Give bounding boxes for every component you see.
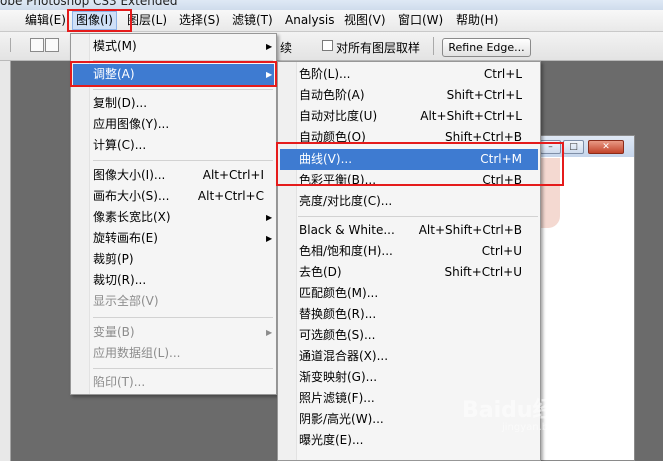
menu-item-trap[interactable]: 陷印(T)... [73, 372, 274, 393]
menu-item-variables[interactable]: 变量(B) ▶ [73, 322, 274, 343]
add-selection-icon[interactable] [45, 38, 59, 52]
menu-item-label: 裁剪(P) [93, 252, 134, 266]
menu-item-label: 变量(B) [93, 325, 135, 339]
menu-item-rotate-canvas[interactable]: 旋转画布(E) ▶ [73, 228, 274, 249]
menu-item-label: 画布大小(S)... [93, 189, 170, 203]
menu-item-label: 自动对比度(U) [299, 109, 378, 123]
watermark-url: jingyan.baidu.com [502, 422, 595, 433]
annotation-box-image-menu [67, 9, 132, 32]
menu-help[interactable]: 帮助(H) [453, 12, 501, 29]
menu-item-label: 照片滤镜(F)... [299, 391, 375, 405]
tools-panel [0, 61, 11, 461]
menu-item-selective-color[interactable]: 可选颜色(S)... [280, 325, 538, 346]
menu-item-calculations[interactable]: 计算(C)... [73, 135, 274, 156]
watermark-text: Baidu经验 [462, 398, 577, 423]
menu-item-canvas-size[interactable]: 画布大小(S)... Alt+Ctrl+C [73, 186, 274, 207]
menu-item-brightness-contrast[interactable]: 亮度/对比度(C)... [280, 191, 538, 212]
menu-item-shortcut: Ctrl+L [483, 67, 522, 81]
menu-separator [93, 89, 273, 90]
refine-edge-button[interactable]: Refine Edge... [442, 38, 531, 57]
menu-item-label: 自动色阶(A) [299, 88, 365, 102]
menu-item-match-color[interactable]: 匹配颜色(M)... [280, 283, 538, 304]
menu-item-shortcut: Alt+Ctrl+I [202, 168, 264, 182]
menu-item-label: 去色(D) [299, 265, 342, 279]
menu-item-levels[interactable]: 色阶(L)... Ctrl+L [280, 64, 538, 85]
menu-item-shortcut: Shift+Ctrl+U [444, 265, 522, 279]
sample-all-layers-checkbox[interactable] [322, 40, 333, 51]
menu-item-shortcut: Alt+Ctrl+C [197, 189, 264, 203]
annotation-box-curves [276, 142, 564, 186]
submenu-arrow-icon: ▶ [266, 213, 273, 222]
menu-item-image-size[interactable]: 图像大小(I)... Alt+Ctrl+I [73, 165, 274, 186]
continuous-label: 续 [280, 41, 293, 55]
menu-item-label: 陷印(T)... [93, 375, 146, 389]
submenu-arrow-icon: ▶ [266, 234, 273, 243]
menu-edit[interactable]: 编辑(E) [22, 12, 69, 29]
menu-item-label: 像素长宽比(X) [93, 210, 171, 224]
menu-item-hue-saturation[interactable]: 色相/饱和度(H)... Ctrl+U [280, 241, 538, 262]
menu-item-shortcut: Shift+Ctrl+L [446, 88, 522, 102]
menu-item-trim[interactable]: 裁切(R)... [73, 270, 274, 291]
menu-item-label: 计算(C)... [93, 138, 147, 152]
menu-separator [93, 368, 273, 369]
menu-filter[interactable]: 滤镜(T) [229, 12, 276, 29]
menu-item-auto-contrast[interactable]: 自动对比度(U) Alt+Shift+Ctrl+L [280, 106, 538, 127]
image-menu: 模式(M) ▶ 调整(A) ▶ 复制(D)... 应用图像(Y)... 计算(C… [70, 33, 277, 395]
menu-item-desaturate[interactable]: 去色(D) Shift+Ctrl+U [280, 262, 538, 283]
menu-select[interactable]: 选择(S) [176, 12, 223, 29]
submenu-arrow-icon: ▶ [266, 328, 273, 337]
menu-analysis[interactable]: Analysis [282, 12, 337, 29]
menu-item-gradient-map[interactable]: 渐变映射(G)... [280, 367, 538, 388]
menu-item-label: 图像大小(I)... [93, 168, 166, 182]
menu-item-crop[interactable]: 裁剪(P) [73, 249, 274, 270]
menu-item-label: 可选颜色(S)... [299, 328, 376, 342]
menu-item-apply-image[interactable]: 应用图像(Y)... [73, 114, 274, 135]
menu-item-label: 裁切(R)... [93, 273, 147, 287]
menu-item-label: 亮度/对比度(C)... [299, 194, 393, 208]
menu-separator [93, 317, 273, 318]
menu-item-black-white[interactable]: Black & White... Alt+Shift+Ctrl+B [280, 220, 538, 241]
menu-item-apply-data-set[interactable]: 应用数据组(L)... [73, 343, 274, 364]
menu-item-label: 复制(D)... [93, 96, 148, 110]
menu-separator [93, 160, 273, 161]
menu-item-label: 旋转画布(E) [93, 231, 158, 245]
menu-item-auto-levels[interactable]: 自动色阶(A) Shift+Ctrl+L [280, 85, 538, 106]
menu-item-label: Black & White... [299, 223, 395, 237]
menu-item-label: 显示全部(V) [93, 294, 159, 308]
maximize-icon[interactable]: □ [563, 140, 584, 154]
menu-item-label: 色相/饱和度(H)... [299, 244, 393, 258]
menu-item-mode[interactable]: 模式(M) ▶ [73, 36, 274, 57]
menu-separator [298, 216, 538, 217]
sample-all-layers-label: 对所有图层取样 [336, 41, 421, 55]
options-grip [2, 38, 11, 52]
window-title: obe Photoshop CS3 Extended [0, 0, 178, 8]
menu-item-label: 模式(M) [93, 39, 137, 53]
menu-item-replace-color[interactable]: 替换颜色(R)... [280, 304, 538, 325]
menu-item-label: 替换颜色(R)... [299, 307, 377, 321]
menu-item-label: 阴影/高光(W)... [299, 412, 384, 426]
menu-item-channel-mixer[interactable]: 通道混合器(X)... [280, 346, 538, 367]
menu-view[interactable]: 视图(V) [341, 12, 389, 29]
options-divider [433, 37, 434, 55]
close-icon[interactable]: ✕ [588, 140, 624, 154]
watermark: Baidu经验 jingyan.baidu.com [462, 388, 632, 440]
new-selection-icon[interactable] [30, 38, 44, 52]
menu-item-pixel-aspect[interactable]: 像素长宽比(X) ▶ [73, 207, 274, 228]
menu-item-label: 通道混合器(X)... [299, 349, 389, 363]
menu-item-label: 曝光度(E)... [299, 433, 364, 447]
menu-item-shortcut: Ctrl+U [481, 244, 522, 258]
menu-item-duplicate[interactable]: 复制(D)... [73, 93, 274, 114]
annotation-box-adjustments [70, 61, 277, 87]
menu-item-shortcut: Alt+Shift+Ctrl+B [418, 223, 522, 237]
menu-item-label: 匹配颜色(M)... [299, 286, 379, 300]
submenu-arrow-icon: ▶ [266, 42, 273, 51]
menu-item-label: 应用数据组(L)... [93, 346, 181, 360]
menu-item-shortcut: Alt+Shift+Ctrl+L [420, 109, 522, 123]
menu-item-label: 色阶(L)... [299, 67, 351, 81]
menu-item-reveal-all[interactable]: 显示全部(V) [73, 291, 274, 312]
menu-item-label: 应用图像(Y)... [93, 117, 170, 131]
menu-window[interactable]: 窗口(W) [395, 12, 446, 29]
menu-item-label: 渐变映射(G)... [299, 370, 378, 384]
